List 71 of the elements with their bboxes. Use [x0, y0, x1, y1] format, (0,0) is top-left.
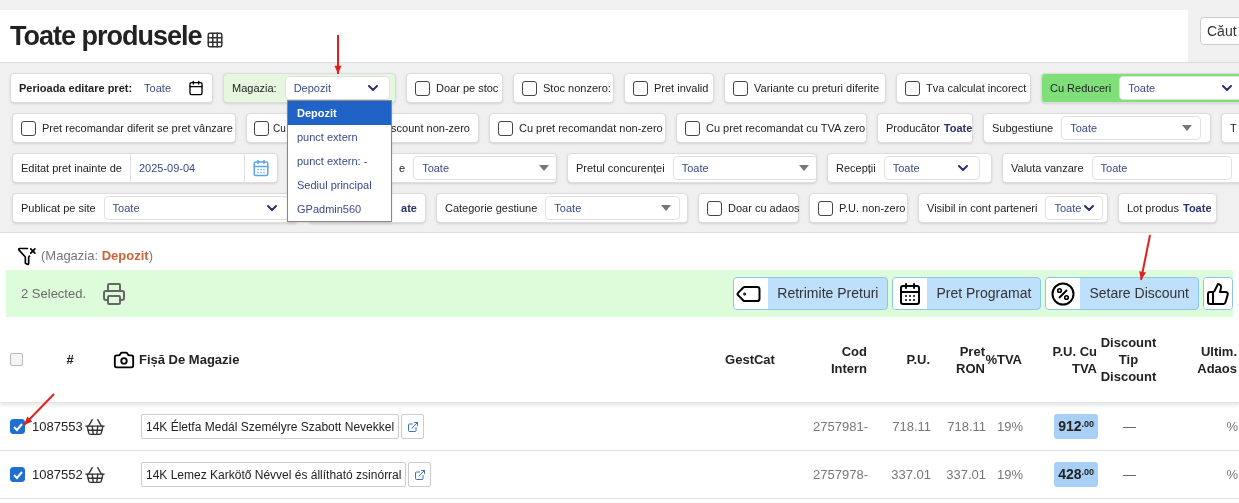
column-header: # — [66, 351, 74, 368]
select-value: Toate — [112, 200, 140, 216]
checkbox-label: Doar pe stoc — [436, 80, 499, 96]
filter-label: T — [1230, 120, 1237, 136]
filter-label: Magazia: — [232, 80, 277, 96]
table-cell-text: 19% — [995, 465, 1023, 484]
filter-value: Toate — [144, 80, 171, 96]
column-header: Pret RON — [956, 342, 985, 377]
filter-label: Producător — [886, 120, 940, 136]
table-cell-text: 337.01 — [945, 465, 986, 484]
column-header: Discount Tip Discount — [1100, 334, 1157, 385]
column-header: GestCat — [725, 351, 775, 368]
filter-value: ate — [401, 200, 417, 216]
page-title: Toate produsele — [10, 19, 202, 53]
column-header: P.U. — [906, 351, 930, 368]
table-cell-text: — — [1123, 465, 1136, 484]
price-badge: 428$^{.00}$ — [1054, 462, 1098, 487]
filter-label: Lot produs — [1127, 200, 1179, 216]
select-value: Toate — [1054, 200, 1082, 216]
filter-label: Cu Reduceri — [1050, 80, 1112, 96]
checkbox-label: Tva calculat incorect — [926, 80, 1027, 96]
active-filter-text: (Magazia: Depozit) — [41, 246, 153, 265]
checkbox-label: Doar cu adaos — [728, 200, 800, 216]
filter-label: Recepții — [836, 160, 876, 176]
table-cell-text: 718.11 — [946, 417, 986, 436]
filter-label: Perioada editare pret: — [19, 80, 133, 96]
table-cell-text: 718.11 — [891, 417, 931, 436]
select-value: Toate — [554, 200, 582, 216]
column-header: %TVA — [985, 352, 1022, 368]
checkbox-label: Cu — [273, 121, 286, 136]
checkbox-label: Stoc nonzero: — [543, 80, 611, 96]
column-header: P.U. Cu TVA — [1052, 342, 1097, 377]
select-value: Depozit — [293, 80, 331, 96]
select-value: Toate — [422, 160, 450, 176]
filter-label: Categorie gestiune — [445, 200, 538, 216]
select-value: Toate — [681, 160, 709, 176]
table-cell-text: 2757981- — [812, 417, 868, 436]
filter-label: Subgestiune — [992, 120, 1054, 136]
product-id: 1087552 — [31, 465, 83, 484]
table-cell-text: % — [1226, 417, 1238, 436]
table-cell-text: 337.01 — [890, 465, 931, 484]
table-cell-text: 19% — [995, 417, 1023, 436]
filter-label: Pretul concurenței — [576, 160, 665, 176]
checkbox-label: scount non-zero — [391, 120, 470, 136]
column-header: Fișă De Magazie — [139, 351, 240, 368]
filter-value: Toate — [943, 120, 972, 136]
selection-count: 2 Selected. — [21, 284, 87, 303]
table-cell-text: % — [1226, 465, 1238, 484]
table-cell-text: 2757978- — [812, 465, 868, 484]
checkbox-label: Pret invalid — [654, 80, 709, 96]
column-header: Ultim. Adaos — [1197, 342, 1237, 377]
filter-label: Visibil in cont parteneri — [927, 200, 1038, 216]
select-value: Toate — [892, 160, 920, 176]
product-id: 1087553 — [31, 417, 83, 436]
price-badge: 912$^{.00}$ — [1054, 414, 1098, 439]
filter-label: Publicat pe site — [21, 200, 96, 216]
select-value: Toate — [1070, 120, 1098, 136]
filter-value: Toate — [1183, 200, 1212, 216]
column-header: Cod Intern — [830, 342, 867, 377]
checkbox-label: Cu pret recomandat non-zero — [519, 120, 663, 136]
select-value: Toate — [1100, 160, 1128, 176]
filter-label: e — [399, 160, 406, 176]
table-cell-text: — — [1123, 417, 1136, 436]
filter-label: Valuta vanzare — [1011, 160, 1084, 176]
checkbox-label: P.U. non-zero — [839, 200, 906, 216]
checkbox-label: Variante cu preturi diferite — [754, 80, 880, 96]
date-value: 2025-09-04 — [129, 154, 244, 182]
select-value: Toate — [1128, 80, 1156, 96]
checkbox-label: Pret recomandar diferit se pret vânzare — [42, 120, 233, 136]
filter-label: Editat pret inainte de — [20, 160, 123, 176]
checkbox-label: Cu pret recomandat cu TVA zero — [706, 120, 866, 136]
